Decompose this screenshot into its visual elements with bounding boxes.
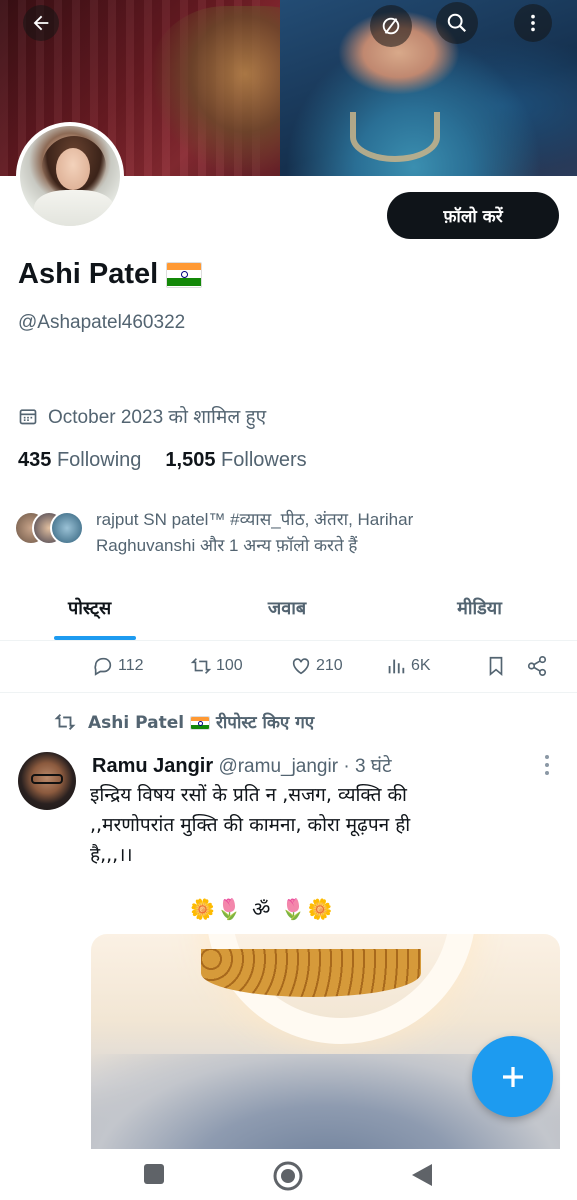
like-count: 210 [316, 657, 343, 674]
profile-name-text: Ashi Patel [18, 258, 159, 290]
reply-icon [94, 657, 112, 676]
circle-slash-icon [382, 17, 400, 35]
reply-button[interactable]: 112 [92, 655, 144, 677]
followed-by-avatars [14, 507, 86, 547]
follow-button[interactable]: फ़ॉलो करें [387, 192, 559, 239]
back-nav-icon[interactable] [410, 1162, 434, 1188]
tweet-text: इन्द्रिय विषय रसों के प्रति न ,सजग, व्यक… [90, 784, 411, 866]
share-icon [527, 656, 547, 676]
views-button[interactable]: 6K [385, 655, 431, 677]
like-button[interactable]: 210 [290, 655, 343, 677]
avatar-glasses [31, 774, 63, 784]
views-count: 6K [411, 657, 431, 674]
followers-label: Followers [221, 449, 307, 471]
tab-replies[interactable]: जवाब [192, 584, 382, 640]
india-flag-icon [190, 716, 211, 730]
tab-media[interactable]: मीडिया [382, 584, 577, 640]
more-vertical-icon [531, 14, 535, 32]
views-icon [388, 659, 405, 674]
repost-count: 100 [216, 657, 243, 674]
system-nav-bar [0, 1150, 577, 1200]
tab-media-label: मीडिया [457, 598, 502, 619]
tweet-author-name[interactable]: Ramu Jangir [92, 755, 213, 777]
tweet-action-bar: 112 100 210 6K [0, 647, 577, 693]
tweet-more-icon[interactable] [540, 752, 554, 778]
repost-button[interactable]: 100 [190, 655, 243, 677]
following-link[interactable]: 435 Following [18, 449, 141, 472]
following-count: 435 [18, 449, 52, 471]
heart-icon [292, 658, 310, 675]
tab-replies-label: जवाब [267, 598, 307, 619]
recents-icon[interactable] [142, 1162, 166, 1186]
banner-necklace [350, 112, 440, 162]
more-button[interactable] [514, 4, 552, 42]
avatar-face [56, 148, 90, 190]
followed-by-text: rajput SN patel™ #व्यास_पीठ, अंतरा, Hari… [96, 510, 414, 555]
profile-tabs: पोस्ट्स जवाब मीडिया [0, 584, 577, 641]
search-icon [447, 13, 467, 33]
home-icon[interactable] [272, 1160, 304, 1192]
india-flag-icon [166, 261, 203, 288]
repost-suffix: रीपोस्ट किए गए [215, 713, 315, 733]
calendar-icon [19, 409, 37, 425]
followers-link[interactable]: 1,505 Followers [165, 449, 306, 472]
tab-posts-label: पोस्ट्स [68, 598, 112, 619]
media-beads [201, 949, 421, 997]
search-button[interactable] [436, 2, 478, 44]
followed-by[interactable]: rajput SN patel™ #व्यास_पीठ, अंतरा, Hari… [14, 507, 516, 559]
tweet-header: Ramu Jangir @ramu_jangir · 3 घंटे [92, 752, 392, 778]
arrow-left-icon [33, 15, 49, 31]
profile-name: Ashi Patel [18, 258, 203, 291]
repost-by: Ashi Patel [88, 713, 185, 733]
profile-avatar[interactable] [16, 122, 124, 230]
bookmark-button[interactable] [485, 655, 507, 677]
bookmark-icon [489, 656, 503, 677]
tweet-time: · 3 घंटे [343, 756, 392, 777]
tweet-author-handle[interactable]: @ramu_jangir [218, 756, 338, 777]
tweet-author-avatar[interactable] [18, 752, 76, 810]
following-label: Following [56, 449, 142, 471]
plus-icon [502, 1066, 523, 1087]
repost-icon [190, 658, 212, 674]
tweet-emoji-line: 🌼🌷 ॐ 🌷🌼 [190, 897, 335, 921]
mini-avatar [50, 511, 84, 545]
followers-count: 1,505 [165, 449, 216, 471]
profile-handle: @Ashapatel460322 [18, 312, 186, 333]
avatar-top [34, 190, 114, 226]
tab-active-indicator [54, 636, 136, 640]
back-button[interactable] [23, 5, 59, 41]
compose-button[interactable] [472, 1036, 553, 1117]
joined-text: October 2023 को शामिल हुए [48, 407, 267, 428]
circle-slash-button[interactable] [370, 5, 412, 47]
follow-stats: 435 Following 1,505 Followers [18, 449, 307, 472]
reply-count: 112 [118, 657, 144, 674]
share-button[interactable] [526, 655, 548, 677]
repost-icon [54, 713, 76, 730]
tab-posts[interactable]: पोस्ट्स [0, 584, 192, 640]
joined-date: October 2023 को शामिल हुए [18, 403, 266, 429]
repost-context[interactable]: Ashi Patel रीपोस्ट किए गए [54, 710, 314, 733]
